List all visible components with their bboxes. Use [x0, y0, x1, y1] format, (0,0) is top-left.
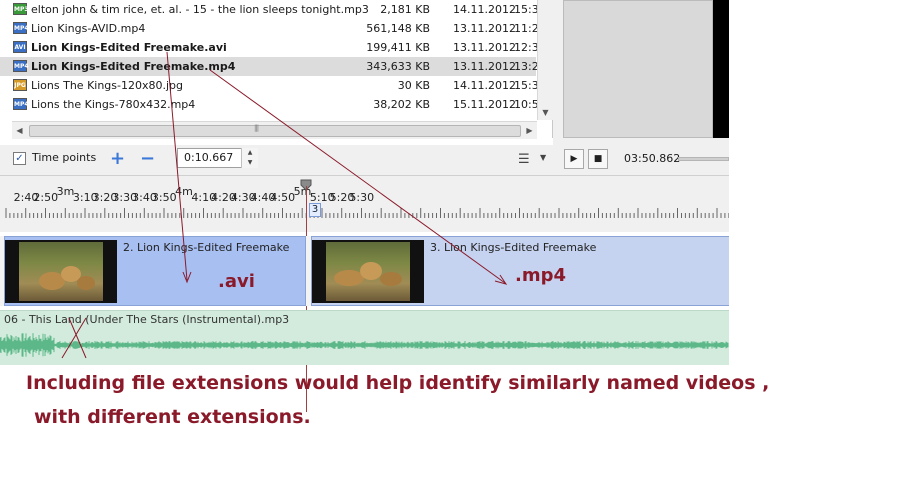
lion-thumbnail-image — [19, 242, 103, 301]
file-row[interactable]: MP4 Lion Kings-Edited Freemake.mp4 343,633… — [0, 57, 539, 76]
file-date: 15.11.2012 — [453, 98, 516, 111]
file-size: 30 KB — [397, 79, 430, 92]
timeline-ruler[interactable] — [0, 176, 729, 232]
menu-icon[interactable]: ☰ — [518, 152, 530, 167]
audio-clip-title: 06 - This Land (Under The Stars (Instrum… — [4, 313, 290, 326]
clip-thumbnail — [5, 240, 117, 303]
ruler-label: 4:50 — [270, 191, 296, 204]
time-point-marker[interactable]: 3 — [309, 203, 321, 217]
ruler-label: 5:30 — [349, 191, 375, 204]
file-row[interactable]: MP4 Lions the Kings-780x432.mp4 38,202 KB 1… — [0, 95, 539, 114]
file-name: Lions the Kings-780x432.mp4 — [31, 98, 196, 111]
lion-thumbnail-image — [326, 242, 410, 301]
scrollbar-thumb[interactable] — [29, 125, 521, 137]
position-slider[interactable] — [678, 157, 729, 161]
scroll-left-icon[interactable]: ◀ — [12, 122, 27, 139]
clip-title: 3. Lion Kings-Edited Freemake — [430, 241, 597, 254]
remove-time-point-icon[interactable]: − — [140, 148, 155, 169]
file-row[interactable]: AVI Lion Kings-Edited Freemake.avi 199,411… — [0, 38, 539, 57]
time-points-checkbox[interactable]: ✓ — [13, 152, 26, 165]
ruler-label: 2:50 — [33, 191, 59, 204]
file-type-icon: MP3 — [13, 3, 29, 15]
file-time: 12:3 — [514, 41, 539, 54]
file-time: 10:5 — [514, 98, 539, 111]
ruler-label: 3m — [56, 185, 75, 198]
annotation-mp4: .mp4 — [515, 265, 567, 286]
file-name: Lion Kings-Edited Freemake.avi — [31, 41, 227, 54]
time-points-label: Time points — [32, 151, 97, 164]
file-size: 2,181 KB — [380, 3, 430, 16]
ruler-ticks — [5, 208, 729, 218]
preview-area — [563, 0, 713, 138]
file-date: 14.11.2012 — [453, 3, 516, 16]
clip-thumbnail — [312, 240, 424, 303]
ruler-label: 4m — [175, 185, 193, 198]
annotation-text-line1: Including file extensions would help ide… — [26, 372, 770, 394]
file-date: 13.11.2012 — [453, 60, 516, 73]
file-size: 199,411 KB — [366, 41, 430, 54]
file-name: Lion Kings-Edited Freemake.mp4 — [31, 60, 236, 73]
scrollbar-grip-icon: ||| — [254, 124, 259, 132]
file-name: Lion Kings-AVID.mp4 — [31, 22, 146, 35]
timecode-display: 03:50.862 — [624, 152, 681, 165]
file-row[interactable]: JPG Lions The Kings-120x80.jpg 30 KB 14.11.… — [0, 76, 539, 95]
file-time: 15:3 — [514, 3, 539, 16]
chevron-down-icon[interactable]: ▼ — [540, 153, 546, 162]
spin-up-icon[interactable]: ▲ — [242, 148, 258, 158]
clip-title: 2. Lion Kings-Edited Freemake — [123, 241, 290, 254]
file-row[interactable]: MP3 elton john & tim rice, et. al. - 15 -… — [0, 0, 539, 19]
file-type-icon: MP4 — [13, 22, 29, 34]
ruler-label: 3:50 — [151, 191, 177, 204]
audio-waveform — [0, 333, 729, 357]
add-time-point-icon[interactable]: + — [110, 148, 125, 169]
spin-down-icon[interactable]: ▼ — [242, 158, 258, 168]
file-size: 38,202 KB — [373, 98, 430, 111]
scroll-down-icon[interactable]: ▼ — [538, 105, 553, 120]
annotation-text-line2: with different extensions. — [34, 406, 311, 428]
annotation-avi: .avi — [218, 271, 255, 292]
file-size: 561,148 KB — [366, 22, 430, 35]
file-list-horizontal-scrollbar[interactable]: ◀ ||| ▶ — [12, 121, 537, 139]
file-time: 15:3 — [514, 79, 539, 92]
file-type-icon: AVI — [13, 41, 27, 53]
file-row[interactable]: MP4 Lion Kings-AVID.mp4 561,148 KB 13.11.20… — [0, 19, 539, 38]
file-name: Lions The Kings-120x80.jpg — [31, 79, 184, 92]
video-clip[interactable]: 2. Lion Kings-Edited Freemake — [4, 236, 306, 306]
file-time: 13:2 — [514, 60, 539, 73]
file-type-icon: MP4 — [13, 60, 29, 72]
file-type-icon: MP4 — [13, 98, 29, 110]
scroll-right-icon[interactable]: ▶ — [522, 122, 537, 139]
time-spinner[interactable]: ▲ ▼ — [241, 148, 258, 168]
file-date: 13.11.2012 — [453, 22, 516, 35]
file-list-vertical-scrollbar[interactable]: ▼ — [537, 0, 553, 120]
file-size: 343,633 KB — [366, 60, 430, 73]
file-type-icon: JPG — [13, 79, 27, 91]
file-list[interactable]: MP3 elton john & tim rice, et. al. - 15 -… — [0, 0, 553, 138]
file-date: 13.11.2012 — [453, 41, 516, 54]
file-date: 14.11.2012 — [453, 79, 516, 92]
file-name: elton john & tim rice, et. al. - 15 - th… — [31, 3, 369, 16]
stop-button[interactable]: ■ — [588, 149, 608, 169]
file-time: 11:2 — [514, 22, 539, 35]
play-button[interactable]: ▶ — [564, 149, 584, 169]
preview-video — [713, 0, 729, 138]
